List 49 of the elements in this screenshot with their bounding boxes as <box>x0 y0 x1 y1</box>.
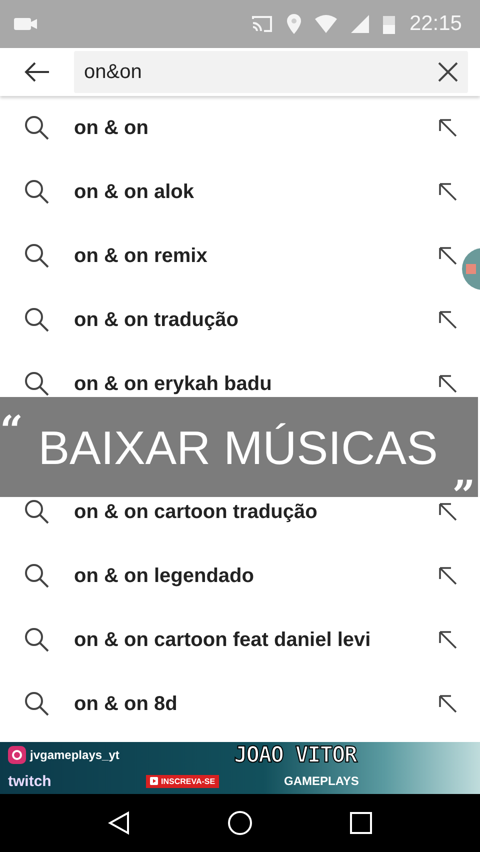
suggestion-item[interactable]: on & on alok <box>0 160 460 224</box>
wifi-icon <box>315 15 338 33</box>
search-icon <box>24 627 50 653</box>
location-icon <box>287 14 302 34</box>
search-icon <box>24 243 50 269</box>
caption-text: BAIXAR MÚSICAS <box>38 420 438 474</box>
arrow-icon[interactable] <box>438 694 458 714</box>
suggestion-item[interactable]: on & on legendado <box>0 544 460 608</box>
back-arrow-icon[interactable] <box>24 62 50 82</box>
signal-icon <box>351 15 370 33</box>
clock-time: 22:15 <box>409 12 462 36</box>
close-quote: „ <box>452 453 476 493</box>
suggestion-item[interactable]: on & on remix <box>0 224 460 288</box>
search-input[interactable]: on&on <box>84 60 438 84</box>
channel-subtitle: GAMEPLAYS <box>283 774 360 788</box>
arrow-icon[interactable] <box>438 118 458 138</box>
search-icon <box>24 115 50 141</box>
search-icon <box>24 563 50 589</box>
camera-icon <box>14 16 38 32</box>
recents-icon[interactable] <box>350 812 372 834</box>
arrow-icon[interactable] <box>438 246 458 266</box>
battery-icon <box>383 14 396 34</box>
arrow-icon[interactable] <box>438 310 458 330</box>
play-icon <box>150 777 158 785</box>
camera-icon <box>8 746 26 764</box>
arrow-icon[interactable] <box>438 566 458 586</box>
search-icon <box>24 691 50 717</box>
suggestion-item[interactable]: on & on cartoon feat daniel levi <box>0 608 460 672</box>
search-icon <box>24 179 50 205</box>
suggestion-item[interactable]: on & on 8d <box>0 672 460 736</box>
home-icon[interactable] <box>226 810 253 836</box>
search-field[interactable]: on&on <box>74 51 468 93</box>
arrow-icon[interactable] <box>438 182 458 202</box>
open-quote: “ <box>0 411 24 451</box>
suggestion-item[interactable]: on & on tradução <box>0 288 460 352</box>
search-icon <box>24 371 50 397</box>
suggestion-item[interactable]: on & on <box>0 96 460 160</box>
arrow-icon[interactable] <box>438 630 458 650</box>
back-icon[interactable] <box>108 811 130 835</box>
channel-title: JOAO VITOR <box>234 742 358 768</box>
subscribe-button[interactable]: INSCREVA-SE <box>146 774 220 788</box>
arrow-icon[interactable] <box>438 502 458 522</box>
handle-text: jvgameplays_yt <box>30 748 120 762</box>
platform-label: twitch <box>8 772 52 790</box>
search-icon <box>24 307 50 333</box>
search-icon <box>24 499 50 525</box>
arrow-icon[interactable] <box>438 374 458 394</box>
cast-icon <box>251 15 274 33</box>
close-icon[interactable] <box>438 62 458 82</box>
